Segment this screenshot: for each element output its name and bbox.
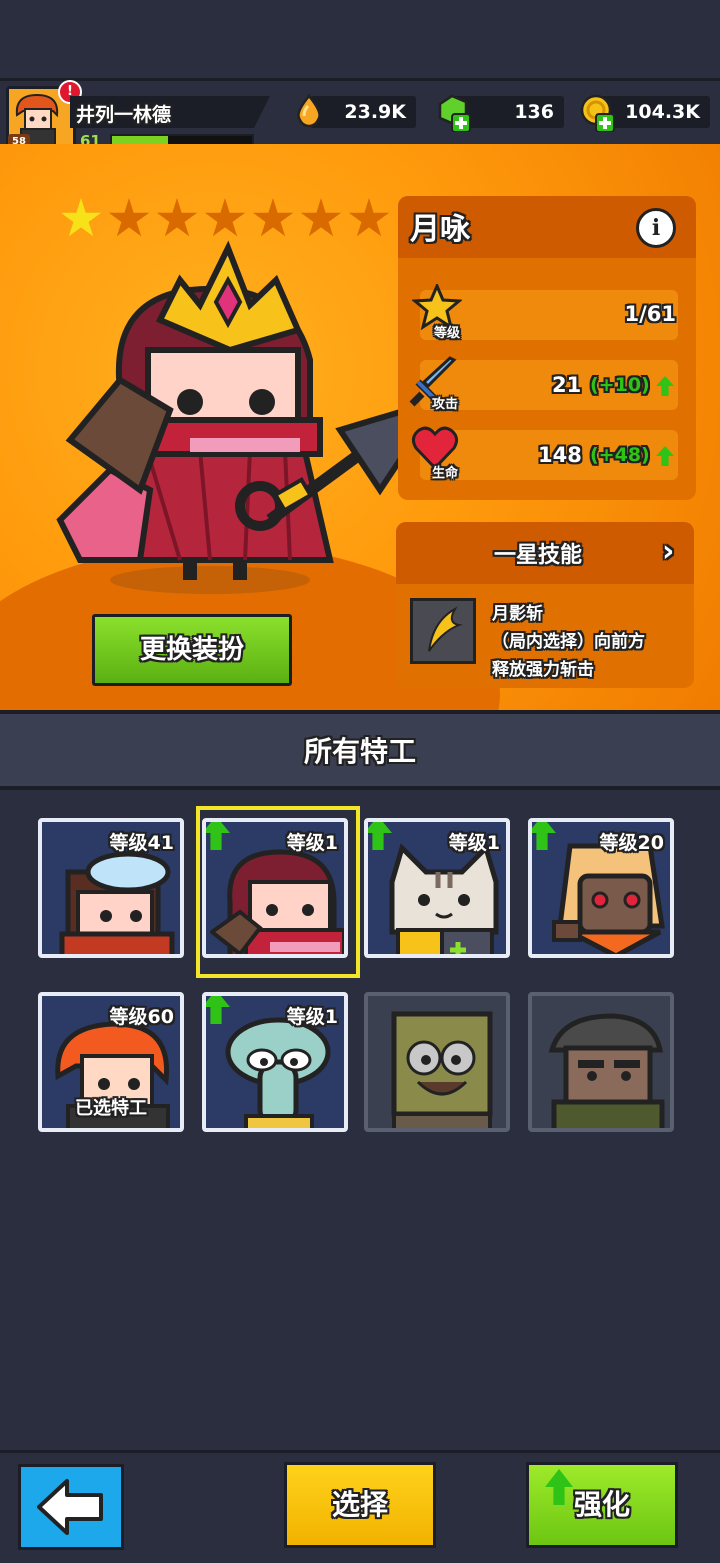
select-button[interactable]: 选择: [284, 1462, 436, 1548]
info-icon[interactable]: i: [636, 208, 676, 248]
agent-card-sponge-locked[interactable]: [364, 992, 510, 1132]
soldier-agent-portrait-icon: [548, 1013, 665, 1128]
goggles-agent-portrait-icon: [59, 851, 175, 954]
sponge-agent-portrait-icon: [391, 1011, 493, 1128]
skill-name: 月影斩: [492, 604, 543, 624]
skill-desc-line1: （局内选择）向前方: [492, 632, 645, 652]
agent-card-redhair[interactable]: 等级60 已选特工: [38, 992, 184, 1132]
hero-character-image: [56, 240, 440, 594]
stat-attack-label: 攻击: [432, 397, 459, 412]
drop-icon: [292, 94, 326, 128]
gems-value: 136: [514, 101, 554, 123]
agent-card-soldier-locked[interactable]: [528, 992, 674, 1132]
skill-description: 月影斩 （局内选择）向前方 释放强力斩击: [492, 600, 645, 684]
agent-level: 等级1: [448, 832, 500, 854]
coins-value: 104.3K: [625, 101, 700, 123]
stat-attack-value: 21: [552, 373, 582, 397]
agent-level: 等级60: [109, 1006, 174, 1028]
agent-level: 等级20: [599, 832, 664, 854]
squid-agent-portrait-icon: [225, 1017, 331, 1128]
enhance-label: 强化: [573, 1488, 630, 1521]
change-skin-button[interactable]: 更换装扮: [92, 614, 292, 686]
player-name: 井列一林德: [76, 104, 172, 126]
gem-icon[interactable]: [436, 94, 471, 133]
stat-hp-bonus: (+48): [590, 444, 650, 466]
selected-card-highlight: [196, 806, 360, 978]
stat-hp-label: 生命: [432, 466, 459, 481]
stat-hp-value: 148: [538, 443, 582, 467]
stat-level-label: 等级: [434, 326, 461, 341]
drops-value: 23.9K: [344, 101, 406, 123]
agent-card-goggles[interactable]: 等级41: [38, 818, 184, 958]
skill-title: 一星技能: [494, 543, 583, 568]
section-title: 所有特工: [303, 735, 416, 768]
enhance-up-arrow-icon: [545, 1469, 573, 1505]
agent-level: 等级41: [109, 832, 174, 854]
agent-card-masked[interactable]: 等级20: [528, 818, 674, 958]
coin-icon[interactable]: [580, 94, 615, 133]
hero-name: 月咏: [410, 212, 470, 247]
stat-level-value: 1/61: [624, 302, 676, 326]
stat-attack-bonus: (+10): [590, 374, 650, 396]
agent-card-squid[interactable]: 等级1: [202, 992, 348, 1132]
arrow-left-icon: [37, 1479, 103, 1535]
agent-card-cat[interactable]: 等级1: [364, 818, 510, 958]
skill-desc-line2: 释放强力斩击: [492, 660, 594, 680]
cat-agent-portrait-icon: [389, 843, 499, 954]
enhance-button[interactable]: 强化: [526, 1462, 678, 1548]
agent-level: 等级1: [286, 1006, 338, 1028]
moon-slash-skill-icon[interactable]: [410, 598, 476, 664]
back-button[interactable]: [18, 1464, 124, 1550]
chevron-right-icon[interactable]: ›: [662, 534, 674, 569]
selected-agent-label: 已选特工: [75, 1098, 147, 1119]
